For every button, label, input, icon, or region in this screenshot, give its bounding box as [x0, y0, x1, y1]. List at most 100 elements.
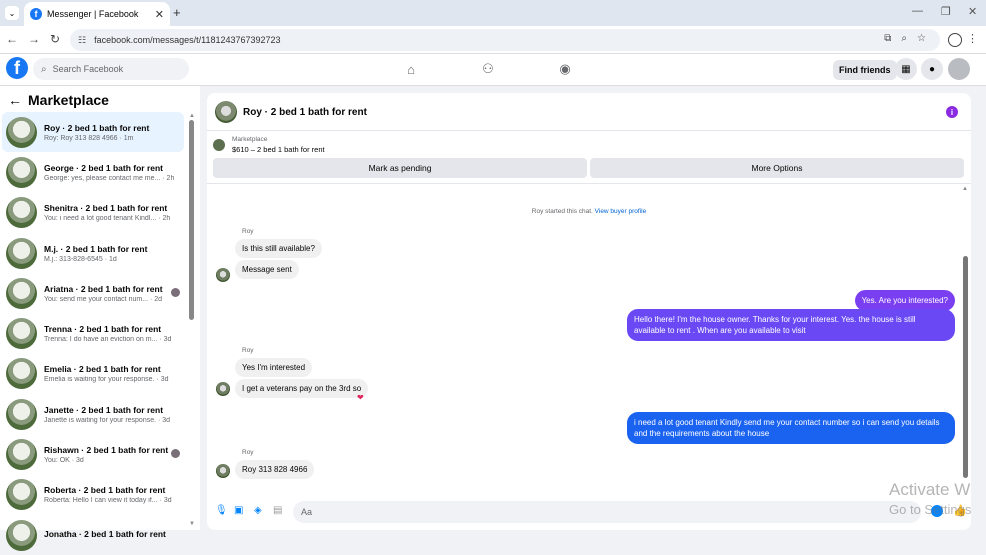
- conversation-item[interactable]: George · 2 bed 1 bath for rent George: ye…: [2, 152, 184, 192]
- url-input[interactable]: ☷ facebook.com/messages/t/11812437673927…: [70, 29, 940, 51]
- sender-avatar[interactable]: [216, 268, 230, 282]
- photo-icon[interactable]: ▣: [234, 505, 243, 516]
- sender-name: Roy: [242, 228, 254, 235]
- conversation-text: Roberta · 2 bed 1 bath for rent Roberta: …: [44, 485, 180, 504]
- conversation-list: Roy · 2 bed 1 bath for rent Roy: Roy 313 …: [0, 112, 186, 555]
- conversation-item[interactable]: Trenna · 2 bed 1 bath for rent Trenna: I …: [2, 313, 184, 353]
- search-icon: ⌕: [41, 63, 47, 75]
- reload-icon[interactable]: ↻: [50, 32, 60, 46]
- listing-summary[interactable]: Marketplace $610 – 2 bed 1 bath for rent: [213, 135, 325, 155]
- facebook-logo-icon[interactable]: f: [6, 57, 28, 79]
- info-icon[interactable]: i: [946, 106, 958, 118]
- site-info-icon[interactable]: ☷: [78, 35, 86, 46]
- account-avatar[interactable]: [948, 58, 970, 80]
- conversation-name: Shenitra · 2 bed 1 bath for rent: [44, 203, 168, 214]
- tab-search-button[interactable]: ⌄: [5, 6, 19, 20]
- home-icon[interactable]: ⌂: [403, 61, 419, 77]
- conversation-name: Trenna · 2 bed 1 bath for rent: [44, 324, 162, 335]
- conversation-item[interactable]: Emelia · 2 bed 1 bath for rent Emelia is …: [2, 354, 184, 394]
- sender-name: Roy: [242, 347, 254, 354]
- conversation-item[interactable]: Jonatha · 2 bed 1 bath for rent: [2, 515, 184, 555]
- sidebar-scrollbar[interactable]: [189, 120, 194, 320]
- listing-thumbnail: [6, 197, 37, 229]
- conversation-text: M.j. · 2 bed 1 bath for rent M.j.: 313-82…: [44, 244, 180, 263]
- tab-close-icon[interactable]: ✕: [155, 8, 164, 21]
- back-icon[interactable]: ←: [6, 32, 18, 46]
- mark-as-pending-button[interactable]: Mark as pending: [213, 158, 587, 178]
- windows-activation-watermark: Activate W Go to Settings: [889, 480, 971, 520]
- conversation-text: Janette · 2 bed 1 bath for rent Janette i…: [44, 405, 180, 424]
- sidebar-header: ← Marketplace: [8, 92, 109, 108]
- chat-header: Roy · 2 bed 1 bath for rent i: [207, 93, 971, 131]
- listing-thumbnail: [6, 237, 37, 269]
- conversation-item[interactable]: Shenitra · 2 bed 1 bath for rent You: i n…: [2, 193, 184, 233]
- message-bubble-outgoing: Yes. Are you interested?: [854, 290, 955, 311]
- listing-thumbnail: [6, 358, 37, 390]
- conversation-preview: George: yes, please contact me me... · 2…: [44, 174, 175, 182]
- sender-name: Roy: [242, 449, 254, 456]
- conversation-preview: Roy: Roy 313 828 4966 · 1m: [44, 134, 134, 142]
- facebook-search-input[interactable]: ⌕ Search Facebook: [33, 58, 189, 80]
- microphone-icon[interactable]: 🎙: [215, 505, 228, 516]
- listing-thumbnail: [6, 318, 37, 350]
- groups-icon[interactable]: ◉: [557, 61, 573, 77]
- facebook-navbar: f ⌕ Search Facebook ⌂ ⚇ ◉ Find friends ▦…: [0, 54, 986, 86]
- conversation-item[interactable]: Janette · 2 bed 1 bath for rent Janette i…: [2, 394, 184, 434]
- listing-thumbnail: [6, 156, 37, 188]
- sticker-icon[interactable]: ◈: [254, 505, 262, 516]
- conversation-preview: Trenna: I do have an eviction on m... · …: [44, 336, 172, 344]
- conversation-item[interactable]: Ariatna · 2 bed 1 bath for rent You: send…: [2, 273, 184, 313]
- conversation-name: Emelia · 2 bed 1 bath for rent: [44, 364, 161, 375]
- minimize-icon[interactable]: —: [912, 5, 923, 17]
- conversation-item[interactable]: Rishawn · 2 bed 1 bath for rent You: OK ·…: [2, 434, 184, 474]
- conversation-text: Trenna · 2 bed 1 bath for rent Trenna: I …: [44, 324, 180, 343]
- menu-icon[interactable]: ⋮: [967, 32, 978, 45]
- browser-tab[interactable]: f Messenger | Facebook ✕: [24, 2, 170, 26]
- gif-icon[interactable]: ▤: [273, 505, 282, 516]
- conversation-name: Roy · 2 bed 1 bath for rent: [44, 122, 150, 133]
- find-friends-button[interactable]: Find friends: [833, 60, 897, 80]
- conversation-preview: You: send me your contact num... · 2d: [44, 295, 163, 303]
- conversation-item[interactable]: M.j. · 2 bed 1 bath for rent M.j.: 313-82…: [2, 233, 184, 273]
- sender-avatar[interactable]: [216, 464, 230, 478]
- message-input[interactable]: Aa: [293, 501, 921, 523]
- message-bubble-incoming: I get a veterans pay on the 3rd so: [235, 379, 369, 398]
- omnibox-actions[interactable]: ⧉⌕☆: [884, 33, 936, 44]
- menu-grid-icon[interactable]: ▦: [895, 58, 917, 80]
- chat-scrollbar[interactable]: [963, 256, 968, 478]
- listing-actions: Mark as pending More Options: [213, 158, 964, 178]
- listing-thumbnail: [6, 519, 37, 551]
- profile-icon[interactable]: [948, 33, 962, 47]
- conversation-name: Roberta · 2 bed 1 bath for rent: [44, 485, 166, 496]
- conversation-item[interactable]: Roberta · 2 bed 1 bath for rent Roberta: …: [2, 475, 184, 515]
- new-tab-button[interactable]: +: [173, 5, 181, 20]
- notifications-icon[interactable]: ●: [921, 58, 943, 80]
- conversation-text: Rishawn · 2 bed 1 bath for rent You: OK ·…: [44, 445, 180, 464]
- scroll-up-icon[interactable]: ▲: [962, 186, 968, 192]
- conversation-name: Ariatna · 2 bed 1 bath for rent: [44, 283, 163, 294]
- forward-icon[interactable]: →: [28, 32, 40, 46]
- scroll-down-icon[interactable]: ▼: [189, 521, 195, 527]
- scroll-up-icon[interactable]: ▲: [189, 113, 195, 119]
- friends-icon[interactable]: ⚇: [480, 61, 496, 77]
- sender-avatar[interactable]: [216, 382, 230, 396]
- conversation-item[interactable]: Roy · 2 bed 1 bath for rent Roy: Roy 313 …: [2, 112, 184, 153]
- more-options-button[interactable]: More Options: [590, 158, 964, 178]
- view-buyer-profile-link[interactable]: View buyer profile: [595, 208, 647, 215]
- heart-reaction-icon[interactable]: ❤: [357, 393, 364, 402]
- chat-title[interactable]: Roy · 2 bed 1 bath for rent: [243, 107, 367, 118]
- conversation-preview: Emelia is waiting for your response. · 3…: [44, 376, 169, 384]
- conversation-name: George · 2 bed 1 bath for rent: [44, 162, 164, 173]
- conversation-preview: You: OK · 3d: [44, 457, 84, 465]
- chat-avatar[interactable]: [215, 101, 237, 123]
- listing-thumbnail: [6, 277, 37, 309]
- close-window-icon[interactable]: ✕: [968, 5, 977, 18]
- back-arrow-icon[interactable]: ←: [8, 92, 22, 108]
- message-bubble-incoming: Roy 313 828 4966: [235, 460, 315, 479]
- conversation-name: Janette · 2 bed 1 bath for rent: [44, 404, 164, 415]
- chat-panel: Roy · 2 bed 1 bath for rent i Marketplac…: [207, 93, 971, 530]
- listing-thumbnail: [6, 439, 37, 471]
- restore-icon[interactable]: ❐: [941, 5, 951, 18]
- sidebar-title: Marketplace: [28, 92, 109, 108]
- system-message: Roy started this chat. View buyer profil…: [207, 208, 971, 215]
